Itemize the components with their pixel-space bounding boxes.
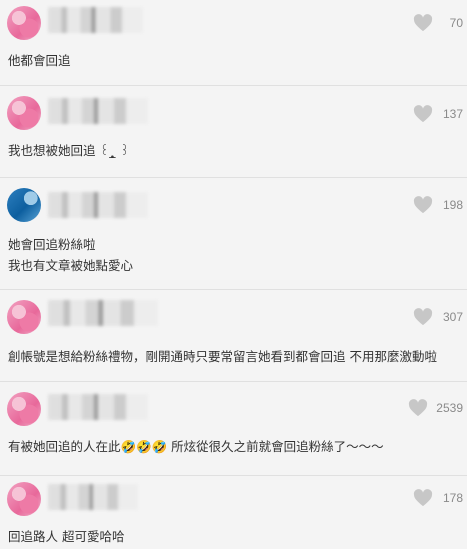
comment-item: 307 創帳號是想給粉絲禮物，剛開通時只要常留言她看到都會回追 不用那麼激動啦	[0, 290, 467, 382]
comment-text: 我也有文章被她點愛心	[8, 258, 134, 273]
heart-outline-icon[interactable]	[413, 196, 433, 214]
username-blurred[interactable]	[48, 484, 138, 510]
like-count: 178	[442, 491, 463, 505]
like-button[interactable]: 307	[413, 308, 463, 326]
like-count: 70	[449, 16, 463, 30]
like-count: 198	[442, 198, 463, 212]
heart-outline-icon[interactable]	[413, 489, 433, 507]
like-button[interactable]: 70	[413, 14, 463, 32]
like-count: 2539	[436, 401, 463, 415]
like-button[interactable]: 198	[413, 196, 463, 214]
heart-outline-icon[interactable]	[413, 105, 433, 123]
heart-outline-icon[interactable]	[408, 399, 428, 417]
comment-item: 70 他都會回追	[0, 0, 467, 86]
comment-text: 她會回追粉絲啦	[8, 237, 96, 252]
username-blurred[interactable]	[48, 300, 158, 326]
comment-item: 178 回追路人 超可愛哈哈	[0, 476, 467, 549]
username-blurred[interactable]	[48, 394, 148, 420]
heart-outline-icon[interactable]	[413, 308, 433, 326]
avatar[interactable]	[7, 188, 41, 222]
comment-text: 有被她回追的人在此🤣🤣🤣 所炫從很久之前就會回追粉絲了～～～	[8, 439, 384, 454]
avatar[interactable]	[7, 96, 41, 130]
comment-item: 137 我也想被她回追 ꒰_̩̩̥ ꒱	[0, 86, 467, 178]
like-count: 137	[442, 107, 463, 121]
comment-text: 我也想被她回追 ꒰_̩̩̥ ꒱	[8, 143, 130, 158]
heart-outline-icon[interactable]	[413, 14, 433, 32]
comment-text: 他都會回追	[8, 53, 71, 68]
comment-item: 2539 有被她回追的人在此🤣🤣🤣 所炫從很久之前就會回追粉絲了～～～	[0, 382, 467, 476]
username-blurred[interactable]	[48, 7, 143, 33]
like-button[interactable]: 178	[413, 489, 463, 507]
like-button[interactable]: 2539	[408, 399, 463, 417]
like-count: 307	[442, 310, 463, 324]
avatar[interactable]	[7, 392, 41, 426]
comment-item: 198 她會回追粉絲啦 我也有文章被她點愛心	[0, 178, 467, 290]
like-button[interactable]: 137	[413, 105, 463, 123]
username-blurred[interactable]	[48, 98, 148, 124]
avatar[interactable]	[7, 482, 41, 516]
comment-text: 回追路人 超可愛哈哈	[8, 529, 125, 544]
username-blurred[interactable]	[48, 192, 148, 218]
comment-text: 創帳號是想給粉絲禮物，剛開通時只要常留言她看到都會回追 不用那麼激動啦	[8, 349, 437, 364]
avatar[interactable]	[7, 300, 41, 334]
avatar[interactable]	[7, 6, 41, 40]
